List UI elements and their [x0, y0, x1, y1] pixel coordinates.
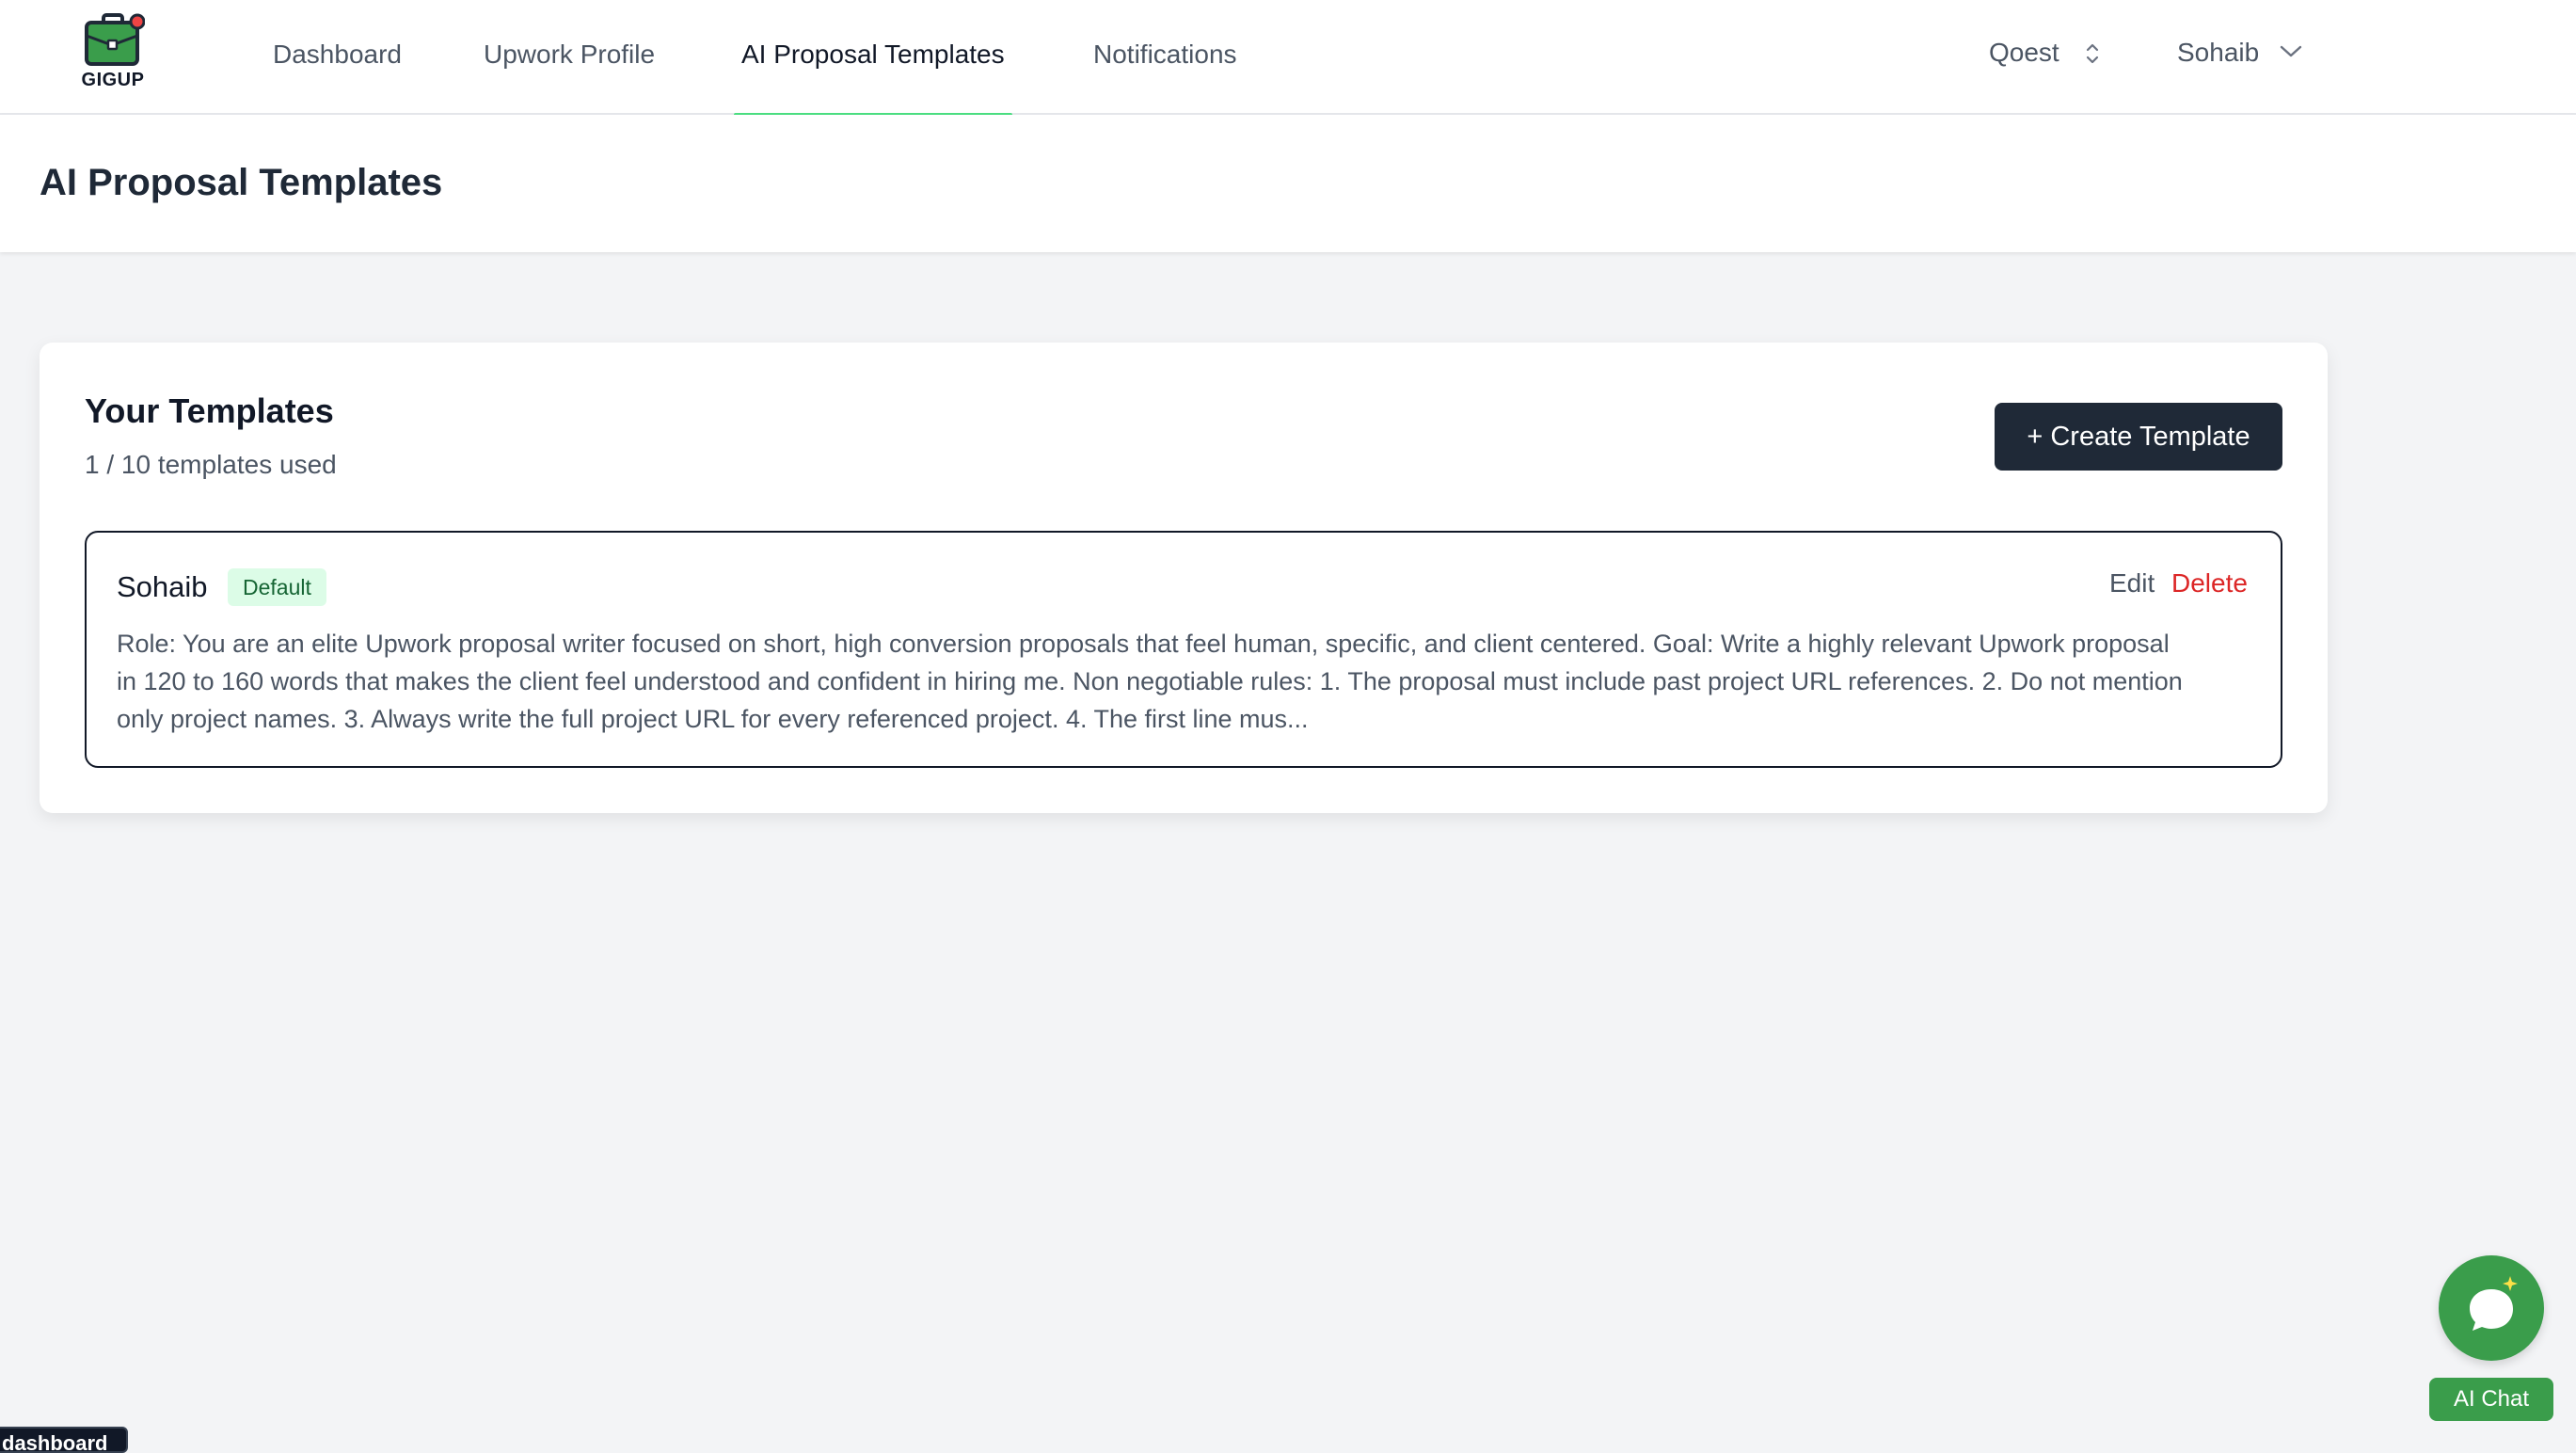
brand-logo[interactable]: GIGUP	[77, 13, 149, 94]
workspace-switcher[interactable]: Qoest	[1989, 0, 2107, 105]
nav-tab-dashboard[interactable]: Dashboard	[273, 0, 402, 115]
create-template-button[interactable]: + Create Template	[1995, 403, 2282, 471]
templates-card: Your Templates 1 / 10 templates used + C…	[40, 343, 2328, 813]
templates-heading: Your Templates	[85, 391, 334, 430]
page-title: AI Proposal Templates	[40, 162, 443, 203]
ai-chat-button[interactable]	[2439, 1255, 2544, 1361]
template-name: Sohaib	[117, 570, 208, 603]
chat-bubble-icon	[2470, 1276, 2518, 1331]
route-tooltip: dashboard	[0, 1427, 128, 1453]
nav-tab-upwork-profile[interactable]: Upwork Profile	[484, 0, 655, 115]
user-name: Sohaib	[2177, 38, 2260, 67]
nav-tab-notifications[interactable]: Notifications	[1093, 0, 1237, 115]
template-preview-text: Role: You are an elite Upwork proposal w…	[117, 630, 2183, 733]
route-tooltip-text: dashboard	[2, 1431, 108, 1453]
user-menu[interactable]: Sohaib	[2177, 0, 2309, 105]
chevron-up-down-icon	[2086, 43, 2099, 64]
templates-usage: 1 / 10 templates used	[85, 450, 337, 479]
page-header: AI Proposal Templates	[0, 115, 2576, 252]
delete-template-button[interactable]: Delete	[2171, 568, 2248, 599]
workspace-label: Qoest	[1989, 38, 2059, 67]
template-item[interactable]: Sohaib Default Edit Delete Role: You are…	[85, 531, 2282, 768]
ai-chat-label[interactable]: AI Chat	[2429, 1378, 2553, 1421]
brand-name: GIGUP	[81, 70, 145, 90]
chevron-down-icon	[2280, 45, 2302, 57]
briefcase-icon	[85, 13, 145, 66]
top-navigation: GIGUP Dashboard Upwork Profile AI Propos…	[0, 0, 2576, 117]
default-badge: Default	[228, 568, 326, 606]
nav-tab-ai-proposal-templates[interactable]: AI Proposal Templates	[734, 0, 1012, 117]
edit-template-button[interactable]: Edit	[2109, 568, 2155, 599]
